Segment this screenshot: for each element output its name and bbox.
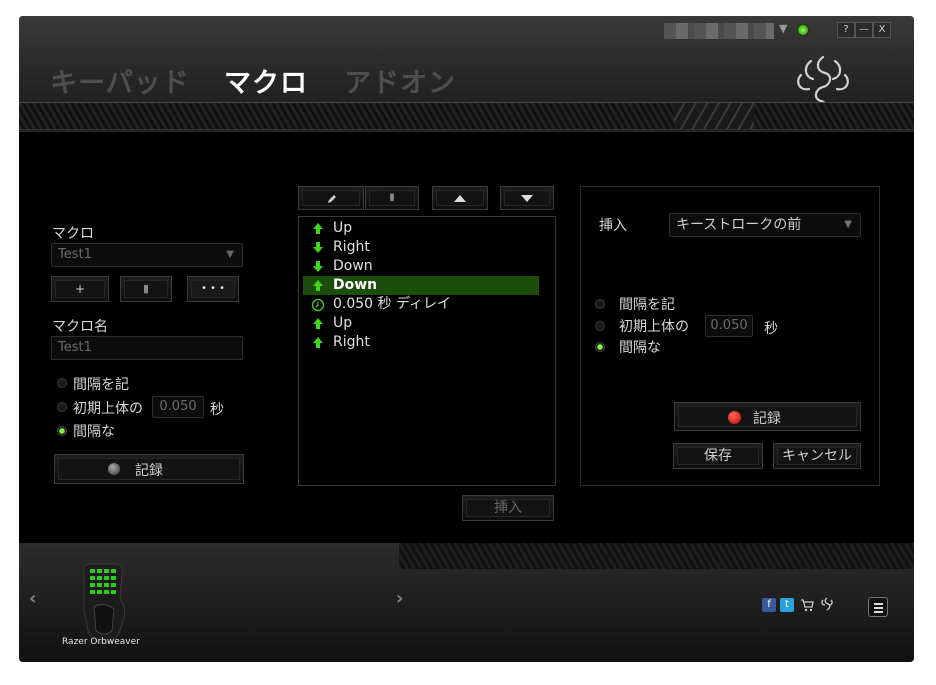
clock-icon	[311, 298, 325, 312]
macro-name-input[interactable]: Test1	[51, 336, 243, 360]
razer-icon[interactable]	[819, 596, 835, 612]
trash-icon: ▮	[389, 192, 395, 203]
list-item[interactable]: Up	[303, 219, 539, 238]
delete-item-button[interactable]: ▮	[365, 186, 419, 210]
insert-label: 挿入	[599, 218, 627, 234]
cancel-button[interactable]: キャンセル	[773, 443, 861, 469]
chevron-down-icon: ▼	[226, 249, 234, 260]
insert-position-value: キーストロークの前	[676, 217, 802, 233]
key-down-icon	[313, 242, 323, 253]
header-decoration	[19, 102, 914, 130]
key-up-icon	[313, 337, 323, 348]
arrow-down-icon	[521, 195, 533, 202]
trash-icon: ▮	[142, 282, 150, 295]
more-options-button[interactable]: • • •	[187, 276, 239, 302]
prev-device-button[interactable]: ‹	[29, 588, 36, 609]
save-button[interactable]: 保存	[673, 443, 763, 469]
radio-default-delay-label: 初期上体の	[619, 319, 689, 335]
radio-no-delay[interactable]	[595, 342, 605, 352]
list-item-selected[interactable]: Down	[303, 276, 539, 295]
list-item[interactable]: Up	[303, 314, 539, 333]
device-image[interactable]	[76, 561, 130, 647]
macro-name-label: マクロ名	[52, 319, 108, 335]
key-up-icon	[313, 318, 323, 329]
macro-select-value: Test1	[58, 247, 92, 262]
facebook-icon[interactable]: f	[762, 598, 776, 612]
record-button[interactable]: 記録	[674, 402, 861, 431]
minimize-button[interactable]: —	[855, 22, 873, 38]
radio-no-delay[interactable]	[57, 426, 67, 436]
record-button[interactable]: 記録	[54, 454, 244, 484]
online-status-icon	[797, 24, 809, 36]
record-icon	[108, 463, 120, 475]
arrow-up-icon	[454, 195, 466, 202]
twitter-icon[interactable]: t	[780, 598, 794, 612]
header: ▼ ? — X キーパッド マクロ アドオン	[19, 16, 914, 131]
insert-panel: 挿入 キーストロークの前 ▼ 間隔を記 初期上体の 0.050 秒 間隔な 記録…	[580, 186, 880, 486]
insert-button[interactable]: 挿入	[462, 495, 554, 521]
radio-default-delay[interactable]	[595, 321, 605, 331]
radio-no-delay-label: 間隔な	[619, 340, 661, 356]
synapse-window: ▼ ? — X キーパッド マクロ アドオン マクロ Test1 ▼ + ▮ •…	[19, 16, 914, 662]
pencil-icon	[328, 195, 336, 203]
insert-position-select[interactable]: キーストロークの前 ▼	[669, 213, 861, 237]
macro-event-list[interactable]: Up Right Down Down 0.050 秒 ディレイ Up Right	[298, 216, 832, 486]
tab-keypad[interactable]: キーパッド	[50, 61, 190, 100]
radio-default-delay[interactable]	[57, 402, 67, 412]
delete-macro-button[interactable]: ▮	[120, 276, 172, 302]
list-item[interactable]: Right	[303, 333, 539, 352]
list-item[interactable]: 0.050 秒 ディレイ	[303, 295, 539, 314]
radio-default-delay-label: 初期上体の	[73, 401, 143, 417]
radio-record-delay-label: 間隔を記	[619, 297, 675, 313]
key-down-icon	[313, 261, 323, 272]
list-item[interactable]: Down	[303, 257, 539, 276]
delay-input[interactable]: 0.050	[705, 315, 753, 337]
footer-decoration	[399, 543, 914, 569]
add-macro-button[interactable]: +	[51, 276, 109, 302]
username-field[interactable]	[664, 23, 774, 39]
radio-record-delay[interactable]	[57, 378, 67, 388]
radio-record-delay[interactable]	[595, 299, 605, 309]
close-button[interactable]: X	[873, 22, 891, 38]
radio-no-delay-label: 間隔な	[73, 424, 115, 440]
macro-label: マクロ	[52, 226, 94, 242]
delay-unit: 秒	[210, 402, 224, 418]
delay-input[interactable]: 0.050	[152, 396, 204, 418]
tab-macro[interactable]: マクロ	[224, 61, 308, 100]
key-up-icon	[313, 223, 323, 234]
edit-button[interactable]	[298, 186, 364, 210]
cart-icon[interactable]	[800, 598, 814, 612]
next-device-button[interactable]: ›	[396, 588, 403, 609]
list-item[interactable]: Right	[303, 238, 539, 257]
device-name: Razer Orbweaver	[62, 637, 140, 647]
key-up-icon	[313, 280, 323, 291]
record-icon	[728, 411, 741, 424]
menu-icon[interactable]	[868, 597, 888, 617]
radio-record-delay-label: 間隔を記	[73, 377, 129, 393]
delay-unit: 秒	[764, 321, 778, 337]
move-up-button[interactable]	[432, 186, 488, 210]
tab-addon[interactable]: アドオン	[344, 61, 456, 100]
header-divider	[19, 131, 914, 132]
move-down-button[interactable]	[500, 186, 554, 210]
chevron-down-icon[interactable]: ▼	[779, 22, 787, 35]
macro-select[interactable]: Test1 ▼	[51, 243, 243, 267]
help-button[interactable]: ?	[837, 22, 855, 38]
chevron-down-icon: ▼	[844, 219, 852, 230]
